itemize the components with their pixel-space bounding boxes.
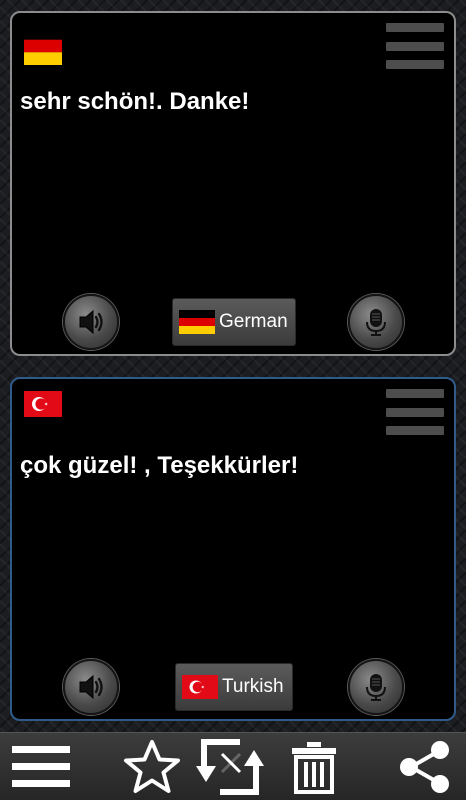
star-icon <box>124 740 180 793</box>
source-language-label: German <box>219 311 288 332</box>
source-panel: sehr schön!. Danke! German <box>10 11 456 356</box>
swap-icon <box>196 739 264 795</box>
share-icon <box>400 741 449 793</box>
source-panel-menu-icon[interactable] <box>386 23 444 69</box>
turkey-flag-icon <box>24 391 62 417</box>
microphone-icon <box>366 309 386 336</box>
favorite-button[interactable] <box>117 733 187 800</box>
bottom-toolbar <box>0 732 466 800</box>
share-button[interactable] <box>390 733 460 800</box>
germany-flag-icon <box>179 310 215 334</box>
target-phrase-text[interactable]: çok güzel! , Teşekkürler! <box>20 451 442 481</box>
source-speaker-button[interactable] <box>63 294 119 350</box>
turkey-flag-icon <box>182 675 218 699</box>
microphone-icon <box>366 674 386 701</box>
target-microphone-button[interactable] <box>348 659 404 715</box>
speaker-icon <box>79 309 103 335</box>
germany-flag-icon <box>24 27 62 65</box>
menu-button[interactable] <box>6 733 76 800</box>
speaker-icon <box>79 674 103 700</box>
delete-button[interactable] <box>279 733 349 800</box>
trash-icon <box>292 742 336 794</box>
target-panel: çok güzel! , Teşekkürler! Turkish <box>10 377 456 721</box>
target-language-label: Turkish <box>222 676 284 697</box>
target-language-button[interactable]: Turkish <box>175 663 293 711</box>
swap-languages-button[interactable] <box>196 733 266 800</box>
source-language-button[interactable]: German <box>172 298 296 346</box>
target-speaker-button[interactable] <box>63 659 119 715</box>
source-phrase-text[interactable]: sehr schön!. Danke! <box>20 87 442 117</box>
source-microphone-button[interactable] <box>348 294 404 350</box>
target-panel-menu-icon[interactable] <box>386 389 444 435</box>
menu-icon <box>12 746 70 787</box>
